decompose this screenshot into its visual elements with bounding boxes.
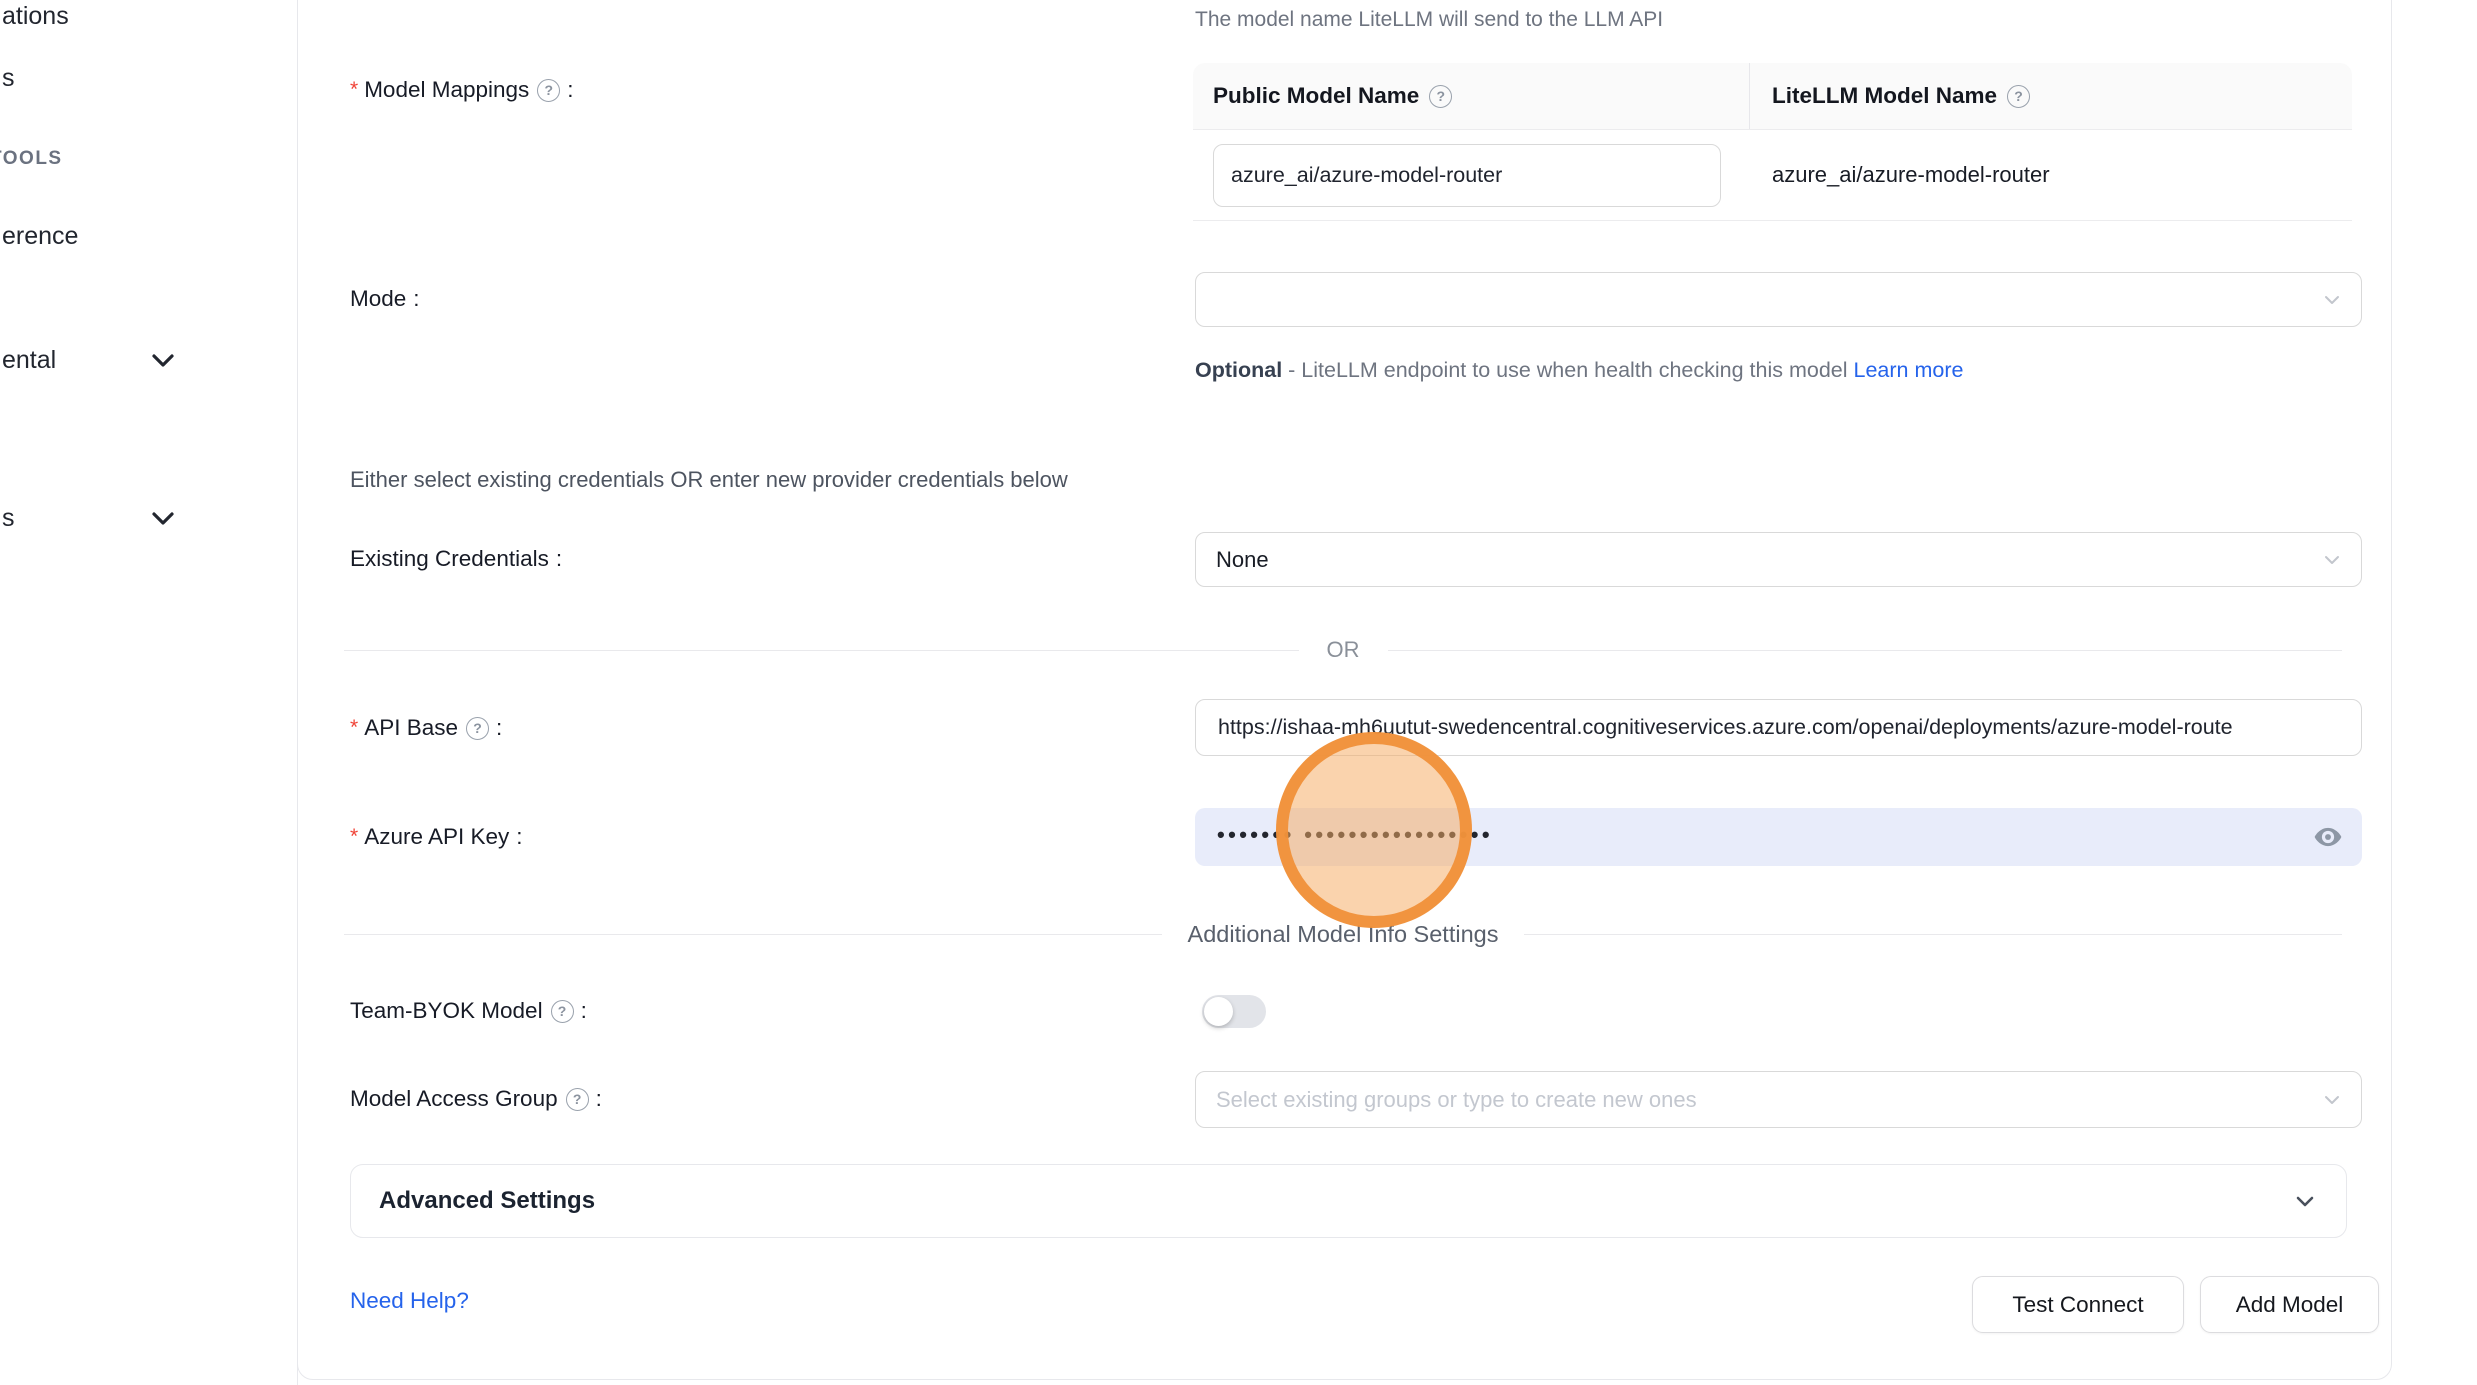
mode-select[interactable]	[1195, 272, 2362, 327]
api-base-label: * API Base ? :	[350, 715, 502, 741]
advanced-settings-panel[interactable]: Advanced Settings	[350, 1164, 2347, 1238]
test-connect-button[interactable]: Test Connect	[1972, 1276, 2184, 1333]
help-icon[interactable]: ?	[537, 79, 560, 102]
credentials-note: Either select existing credentials OR en…	[350, 467, 1068, 493]
chevron-down-icon	[2321, 1089, 2343, 1111]
sidebar-section-tools: TOOLS	[0, 148, 63, 170]
public-model-name-input[interactable]	[1213, 144, 1721, 207]
required-asterisk: *	[350, 78, 358, 102]
sidebar-item-ations[interactable]: ations	[2, 2, 69, 31]
help-icon[interactable]: ?	[1429, 85, 1452, 108]
existing-credentials-value: None	[1216, 547, 1269, 573]
eye-icon[interactable]	[2312, 821, 2344, 853]
public-model-name-header: Public Model Name ?	[1193, 63, 1750, 129]
sidebar-item-label: s	[2, 64, 15, 92]
mode-hint: Optional - LiteLLM endpoint to use when …	[1195, 350, 1963, 390]
azure-api-key-input[interactable]: ••••••• •••••••••••••••••	[1195, 808, 2362, 866]
toggle-knob	[1204, 997, 1233, 1026]
learn-more-link[interactable]: Learn more	[1854, 358, 1964, 382]
team-byok-label: Team-BYOK Model ? :	[350, 998, 587, 1024]
help-icon[interactable]: ?	[466, 717, 489, 740]
help-icon[interactable]: ?	[566, 1088, 589, 1111]
advanced-settings-title: Advanced Settings	[379, 1187, 595, 1215]
sidebar-item-erence[interactable]: erence	[2, 222, 78, 251]
model-access-group-select[interactable]: Select existing groups or type to create…	[1195, 1071, 2362, 1128]
additional-model-info-divider: Additional Model Info Settings	[344, 921, 2342, 948]
mode-label: Mode :	[350, 286, 420, 312]
required-asterisk: *	[350, 716, 358, 740]
help-icon[interactable]: ?	[2007, 85, 2030, 108]
chevron-down-icon	[2321, 289, 2343, 311]
model-access-group-label: Model Access Group ? :	[350, 1086, 602, 1112]
model-mappings-table: Public Model Name ? LiteLLM Model Name ?…	[1193, 63, 2352, 221]
required-asterisk: *	[350, 825, 358, 849]
sidebar-item-label: ations	[2, 2, 69, 30]
chevron-down-icon	[2321, 549, 2343, 571]
add-model-page: ations s TOOLS erence ental s The model …	[0, 0, 2477, 1385]
sidebar-item-ental[interactable]: ental	[2, 346, 56, 375]
model-mappings-row: azure_ai/azure-model-router	[1193, 130, 2352, 221]
sidebar-item-s2[interactable]: s	[2, 504, 15, 533]
sidebar-item-label: erence	[2, 222, 78, 250]
chevron-down-icon[interactable]	[150, 352, 176, 370]
api-base-input[interactable]	[1195, 699, 2362, 756]
masked-password-value: ••••••• •••••••••••••••••	[1217, 822, 1493, 848]
help-icon[interactable]: ?	[551, 1000, 574, 1023]
sidebar: ations s TOOLS erence ental s	[0, 0, 298, 1385]
sidebar-section-label: TOOLS	[0, 148, 63, 169]
add-model-button[interactable]: Add Model	[2200, 1276, 2379, 1333]
or-divider: OR	[344, 637, 2342, 663]
existing-credentials-select[interactable]: None	[1195, 532, 2362, 587]
litellm-model-name-value: azure_ai/azure-model-router	[1750, 162, 2352, 188]
model-name-hint: The model name LiteLLM will send to the …	[1195, 8, 1663, 32]
chevron-down-icon	[2292, 1188, 2318, 1214]
existing-credentials-label: Existing Credentials :	[350, 546, 562, 572]
model-access-group-placeholder: Select existing groups or type to create…	[1216, 1087, 1697, 1113]
sidebar-item-s1[interactable]: s	[2, 64, 15, 93]
sidebar-item-label: s	[2, 504, 15, 532]
azure-api-key-label: * Azure API Key :	[350, 824, 523, 850]
chevron-down-icon[interactable]	[150, 510, 176, 528]
model-mappings-label: * Model Mappings ? :	[350, 77, 574, 103]
sidebar-item-label: ental	[2, 346, 56, 374]
litellm-model-name-header: LiteLLM Model Name ?	[1750, 63, 2352, 129]
team-byok-toggle[interactable]	[1202, 995, 1266, 1028]
model-mappings-header-row: Public Model Name ? LiteLLM Model Name ?	[1193, 63, 2352, 130]
need-help-link[interactable]: Need Help?	[350, 1288, 469, 1314]
